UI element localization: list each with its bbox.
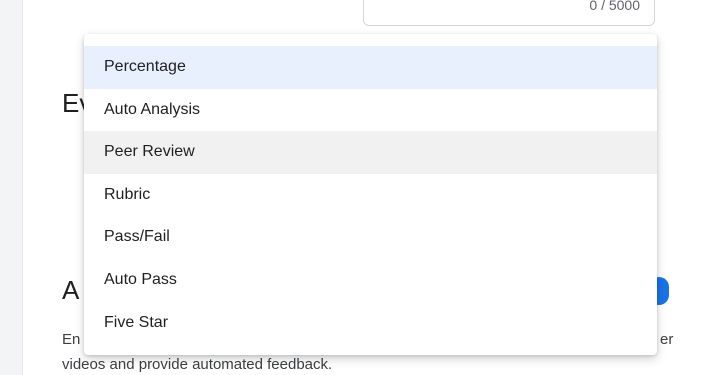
option-pass-fail[interactable]: Pass/Fail (84, 216, 657, 259)
description-line-2: videos and provide automated feedback. (62, 356, 333, 373)
option-auto-analysis[interactable]: Auto Analysis (84, 89, 657, 132)
auto-section-heading: A (62, 275, 80, 305)
option-rubric[interactable]: Rubric (84, 174, 657, 217)
text-area-field[interactable]: 0 / 5000 (363, 0, 655, 26)
grading-type-dropdown-menu: Percentage Auto Analysis Peer Review Rub… (84, 34, 657, 355)
option-percentage[interactable]: Percentage (84, 46, 657, 89)
character-counter: 0 / 5000 (589, 0, 640, 13)
option-five-star[interactable]: Five Star (84, 302, 657, 345)
page: 0 / 5000 Ev A En videos and provide auto… (0, 0, 716, 375)
description-line-1-end: er (660, 331, 674, 348)
option-auto-pass[interactable]: Auto Pass (84, 259, 657, 302)
option-peer-review[interactable]: Peer Review (84, 131, 657, 174)
left-sidebar-strip (0, 0, 23, 375)
